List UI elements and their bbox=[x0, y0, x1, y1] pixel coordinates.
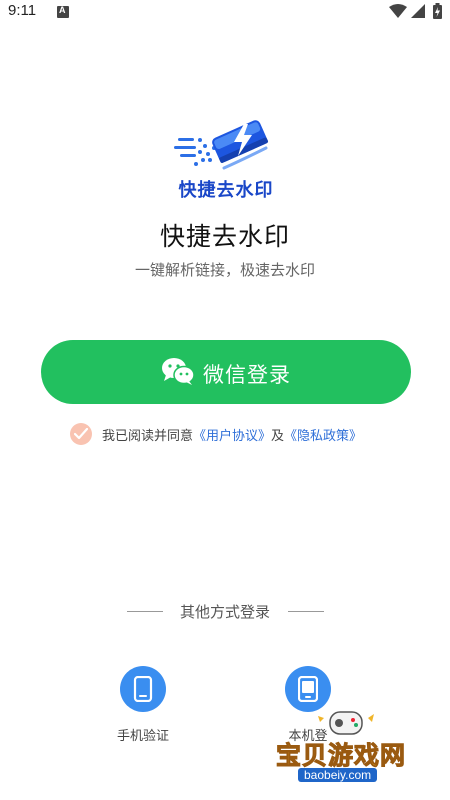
eraser-logo-icon bbox=[174, 120, 268, 170]
gamepad-icon bbox=[318, 711, 374, 735]
notification-icon bbox=[57, 5, 69, 18]
divider-line-right bbox=[288, 611, 324, 612]
phone-icon-circle bbox=[120, 666, 166, 712]
logo-text: 快捷去水印 bbox=[178, 180, 274, 201]
phone-icon bbox=[133, 676, 153, 702]
wifi-icon bbox=[389, 4, 407, 18]
phone-verification-button[interactable]: 手机验证 bbox=[88, 664, 198, 754]
status-time: 9:11 bbox=[8, 2, 37, 19]
status-bar: 9:11 bbox=[0, 0, 450, 24]
agreement-prefix: 我已阅读并同意 bbox=[102, 429, 194, 444]
watermark-url: baobeiy.com bbox=[298, 768, 378, 782]
watermark-text: 宝贝游戏网 bbox=[275, 741, 407, 771]
user-agreement-link[interactable]: 《用户协议》 bbox=[193, 429, 271, 444]
agreement-conjunction: 及 bbox=[271, 429, 285, 444]
wechat-login-label: 微信登录 bbox=[203, 363, 291, 387]
app-title: 快捷去水印 bbox=[159, 222, 290, 251]
agreement-checkbox[interactable] bbox=[70, 423, 92, 445]
check-icon bbox=[74, 428, 88, 440]
other-methods-heading: 其他方式登录 bbox=[179, 603, 270, 621]
app-subtitle: 一键解析链接，极速去水印 bbox=[134, 261, 315, 279]
other-methods-divider: 其他方式登录 bbox=[0, 600, 450, 622]
tablet-icon bbox=[298, 676, 318, 702]
signal-icon bbox=[411, 4, 425, 18]
app-logo: 快捷去水印 bbox=[172, 108, 280, 201]
phone-verification-label: 手机验证 bbox=[116, 729, 169, 744]
agreement-row: 我已阅读并同意《用户协议》及《隐私政策》 bbox=[70, 422, 410, 446]
agreement-text: 我已阅读并同意《用户协议》及《隐私政策》 bbox=[102, 425, 362, 444]
wechat-login-button[interactable]: 微信登录 bbox=[41, 340, 411, 404]
battery-icon bbox=[433, 3, 442, 19]
privacy-policy-link[interactable]: 《隐私政策》 bbox=[284, 429, 362, 444]
watermark-logo: 宝贝游戏网 baobeiy.com bbox=[268, 702, 418, 792]
wechat-icon bbox=[162, 358, 195, 385]
